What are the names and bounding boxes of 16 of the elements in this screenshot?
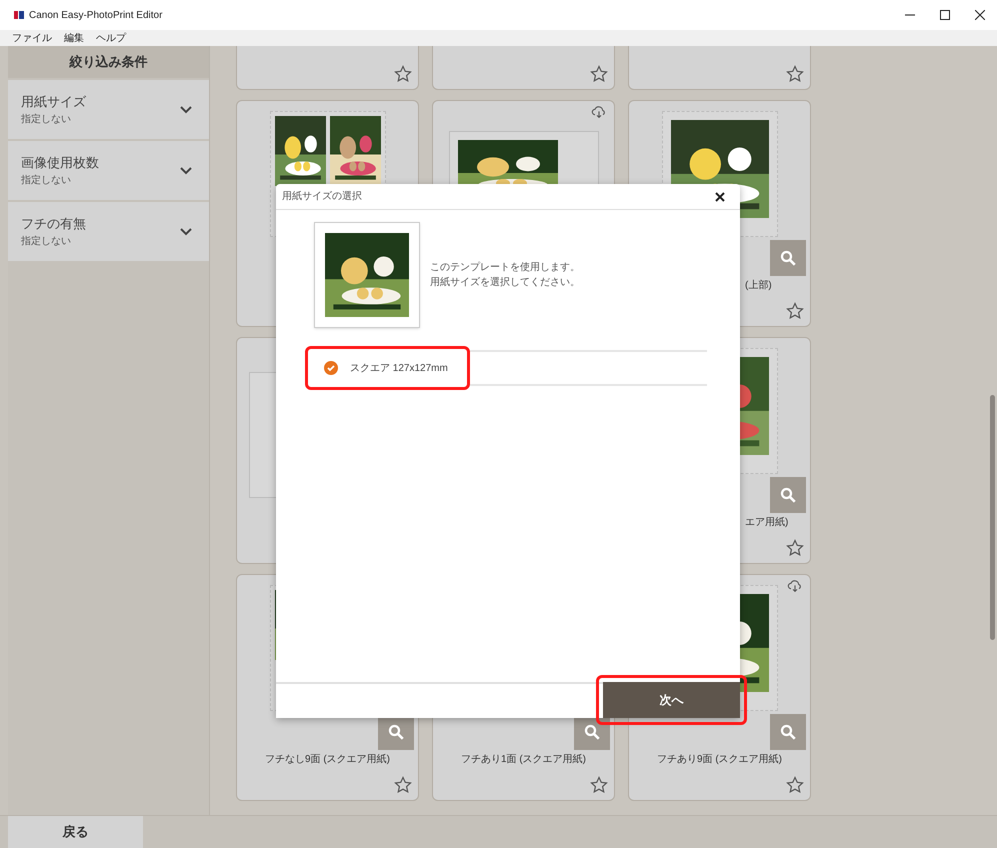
filter-label: 用紙サイズ <box>21 93 87 112</box>
filter-label: フチの有無 <box>21 215 87 234</box>
sidebar-header: 絞り込み条件 <box>8 46 209 78</box>
dialog-title: 用紙サイズの選択 <box>282 190 362 204</box>
template-name: フチあり1面 (スクエア用紙) <box>460 753 587 767</box>
window-title: Canon Easy-PhotoPrint Editor <box>29 8 162 22</box>
message-text: 用紙サイズを選択してください。 <box>430 276 580 290</box>
template-name: (上部) <box>745 278 772 293</box>
filter-value: 指定しない <box>21 234 72 249</box>
template-name: フチあり9面 (スクエア用紙) <box>656 753 783 767</box>
template-name: フチなし9面 (スクエア用紙) <box>264 753 391 767</box>
message-text: このテンプレートを使用します。 <box>430 260 580 275</box>
template-name: エア用紙) <box>745 516 788 530</box>
filter-label: 画像使用枚数 <box>21 154 100 172</box>
filter-value: 指定しない <box>21 174 72 188</box>
filter-value: 指定しない <box>21 112 72 127</box>
